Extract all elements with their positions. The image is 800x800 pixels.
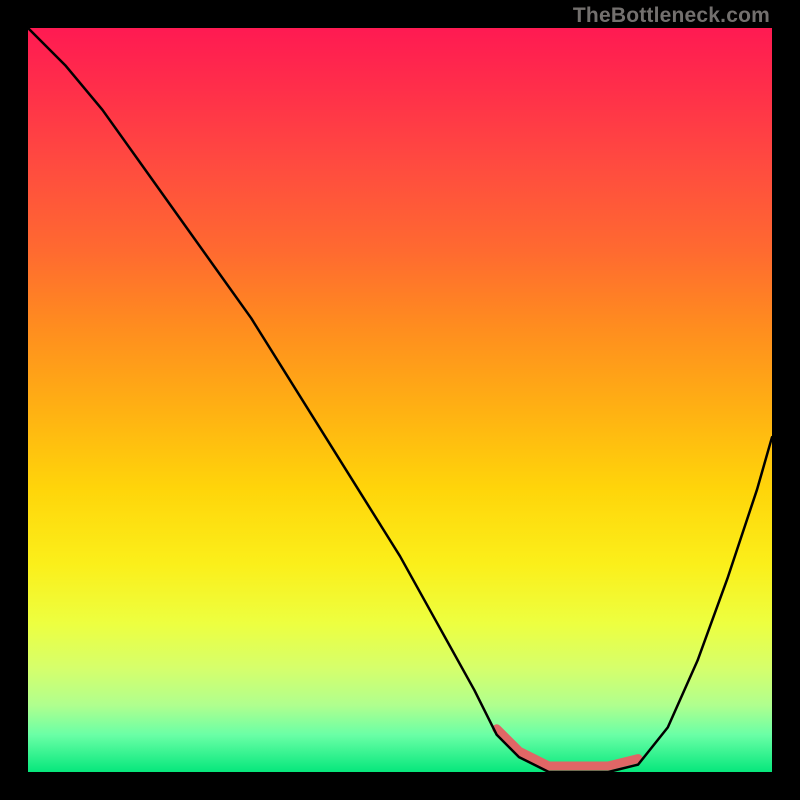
plateau-marker [497,729,638,766]
watermark-text: TheBottleneck.com [573,4,770,28]
chart-frame: TheBottleneck.com [0,0,800,800]
chart-svg [28,28,772,772]
bottleneck-curve [28,28,772,772]
